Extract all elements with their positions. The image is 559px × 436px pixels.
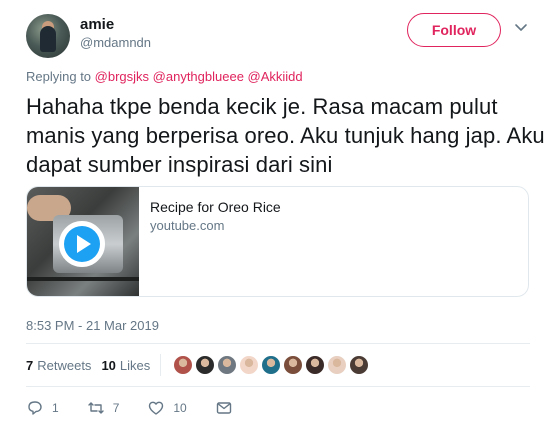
retweets-label: Retweets <box>37 357 92 373</box>
replying-prefix: Replying to <box>26 69 92 84</box>
retweet-icon <box>87 402 104 414</box>
retweet-action[interactable]: 7 <box>87 399 120 417</box>
author-name[interactable]: amie <box>80 16 114 33</box>
envelope-icon <box>216 402 231 414</box>
liker-avatar[interactable] <box>239 355 260 375</box>
tweet-text: Hahaha tkpe benda kecik je. Rasa macam p… <box>26 94 545 177</box>
play-icon[interactable] <box>59 221 105 267</box>
tweet-timestamp[interactable]: 8:53 PM - 21 Mar 2019 <box>26 318 159 333</box>
divider <box>26 386 530 387</box>
engagement-stats: 7 Retweets 10 Likes <box>26 354 371 376</box>
direct-message-action[interactable] <box>215 399 241 417</box>
avatar-figure <box>40 26 56 52</box>
liker-avatar[interactable] <box>173 355 194 375</box>
reply-action[interactable]: 1 <box>26 399 59 417</box>
likes-stat[interactable]: 10 Likes <box>101 358 150 373</box>
card-domain: youtube.com <box>150 218 225 233</box>
follow-button[interactable]: Follow <box>407 13 501 47</box>
liker-avatar[interactable] <box>349 355 370 375</box>
stats-separator <box>160 354 162 376</box>
reply-mentions[interactable]: @brgsjks @anythgblueee @Akkiidd <box>95 69 303 84</box>
video-thumbnail[interactable] <box>27 187 139 296</box>
liker-avatar[interactable] <box>261 355 282 375</box>
author-handle[interactable]: @mdamndn <box>80 35 151 50</box>
divider <box>26 343 530 344</box>
link-card[interactable]: Recipe for Oreo Rice youtube.com <box>26 186 529 297</box>
play-button-circle <box>64 226 100 262</box>
retweets-stat[interactable]: 7 Retweets <box>26 358 91 373</box>
thumbnail-grate <box>27 277 139 281</box>
retweet-count: 7 <box>112 401 120 415</box>
heart-icon <box>149 401 164 415</box>
replying-to: Replying to @brgsjks @anythgblueee @Akki… <box>26 69 303 84</box>
tweet-header: amie @mdamndn Follow <box>26 10 536 58</box>
like-count: 10 <box>173 401 187 415</box>
card-title[interactable]: Recipe for Oreo Rice <box>150 199 281 215</box>
liker-avatar[interactable] <box>283 355 304 375</box>
author-avatar[interactable] <box>26 14 70 58</box>
reply-icon <box>28 401 42 415</box>
likes-count: 10 <box>101 357 116 373</box>
chevron-down-icon[interactable] <box>513 20 529 36</box>
liker-avatar[interactable] <box>327 355 348 375</box>
like-action[interactable]: 10 <box>147 399 187 417</box>
liker-avatar[interactable] <box>195 355 216 375</box>
liker-avatar[interactable] <box>305 355 326 375</box>
liker-avatar[interactable] <box>217 355 238 375</box>
reply-count: 1 <box>52 401 59 415</box>
retweets-count: 7 <box>26 357 34 373</box>
likes-label: Likes <box>119 357 151 373</box>
tweet-actions: 1 7 10 <box>26 398 286 418</box>
liker-avatars <box>173 355 371 375</box>
